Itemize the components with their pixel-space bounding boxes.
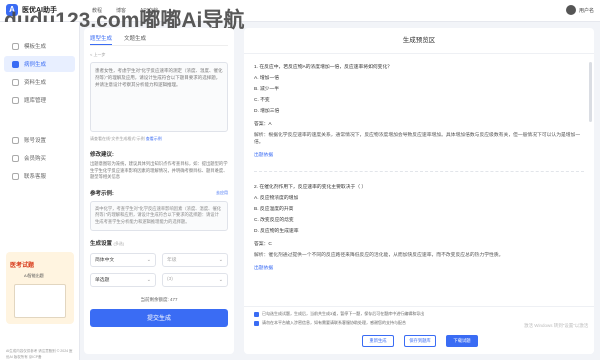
answer: 答案：A — [254, 122, 272, 127]
avatar — [565, 5, 576, 15]
user-name: 用户名 — [578, 7, 594, 14]
settings-row-2: 单选题 ⌄ (3) ⌄ — [90, 272, 228, 287]
form-tabs: 题型生成 文题生成 — [90, 34, 228, 46]
prompt-input[interactable]: 患者女性，考虑学生对“化学反应速率的测定（浓度、温度、催化剂等）”的理解及应用，… — [90, 62, 228, 132]
sidebar-item-question-bank[interactable]: 题库管理 — [4, 92, 75, 108]
option-c: C. 改变反应的焓变 — [254, 218, 294, 223]
apply-reference-link[interactable]: 去应用 — [216, 190, 228, 196]
chevron-down-icon: ⌄ — [146, 276, 151, 283]
sidebar-item-case[interactable]: 病例生成 — [4, 56, 75, 72]
windows-activation-watermark: 激活 Windows 转到“设置”以激活 — [524, 323, 589, 328]
explanation: 解析：催化剂通过提供一个不同的反应路径来降低反应的活化能，从而加快反应速率，而不… — [254, 253, 504, 258]
sidebar-item-label: 账号设置 — [24, 138, 47, 144]
crown-icon — [12, 154, 19, 162]
promo-title: 医考试题 — [10, 263, 35, 269]
save-to-bank-button[interactable]: 保存到题库 — [404, 335, 436, 347]
template-icon — [12, 42, 19, 50]
settings-hint: (多选) — [113, 240, 125, 246]
generation-form: 题型生成 文题生成 < 上一步 患者女性，考虑学生对“化学反应速率的测定（浓度、… — [84, 28, 234, 354]
back-link[interactable]: < 上一步 — [90, 52, 228, 58]
headset-icon — [12, 172, 19, 180]
hint-text: 请查看在线“文件生成格式”示例 — [90, 136, 145, 141]
chevron-down-icon: ⌄ — [218, 276, 223, 283]
option-d: D. 增加三倍 — [254, 109, 280, 114]
sidebar-item-membership[interactable]: 会员购买 — [4, 150, 75, 166]
promo-banner[interactable]: 医考试题 AI智能出题 — [6, 252, 74, 324]
count-placeholder: (3) — [167, 277, 173, 282]
option-b: B. 反应温度的升高 — [254, 207, 294, 212]
settings-row-1: 简体中文 ⌄ 年级 ⌄ — [90, 252, 228, 267]
user-menu[interactable]: 用户名 — [565, 5, 594, 15]
source-link[interactable]: 出题依据 — [254, 263, 584, 274]
tab-text-question[interactable]: 文题生成 — [124, 34, 146, 45]
grade-select[interactable]: 年级 ⌄ — [162, 252, 228, 267]
sidebar-item-account[interactable]: 账号设置 — [4, 132, 75, 148]
gear-icon — [12, 136, 19, 144]
explanation: 解析：根据化学反应速率的速度关系，通常情况下，反应物浓度增加会导致反应速率增加。… — [254, 133, 581, 145]
sidebar-item-label: 资料生成 — [24, 80, 47, 86]
tab-question-type[interactable]: 题型生成 — [90, 34, 113, 45]
preview-body: 1. 在反应中，若反应物A的浓度增加一倍，反应速率将如何变化？ A. 增加一倍 … — [254, 62, 584, 274]
divider — [254, 171, 584, 172]
sidebar-item-support[interactable]: 联系客服 — [4, 168, 75, 184]
checkbox-icon — [254, 311, 259, 317]
preview-footer: 已勾选生成试题，生成后，当前共生成3道，暂停下一题，保存后可在题库中进行编辑和导… — [244, 306, 594, 354]
promo-subtitle: AI智能出题 — [24, 273, 44, 278]
case-icon — [12, 60, 19, 68]
suggestion-text: 出题意图较为笼统，建议具体列出知识点作考查目标，如：提出题型的学生学生化学反应速… — [90, 161, 228, 179]
notice-1-text: 已勾选生成试题，生成后，当前共生成3道，暂停下一题，保存后可在题库中进行编辑和导… — [262, 311, 425, 316]
grade-placeholder: 年级 — [167, 258, 177, 263]
submit-button[interactable]: 提交生成 — [90, 308, 228, 327]
remaining-quota: 当前剩余额度: 477 — [140, 296, 178, 302]
folder-icon — [12, 96, 19, 104]
sidebar-footer: AI生成内容仅供参考 请注意甄别 © 2024 医优AI 版权所有 京ICP备 — [6, 349, 73, 359]
notice-2-text: 请勿在本平台输入涉密信息，如有需要请联系客服协助处理，感谢您的支持与配合 — [262, 320, 406, 325]
reference-header: 参考示例: 去应用 — [90, 189, 228, 197]
sidebar-item-label: 题库管理 — [24, 98, 47, 104]
sidebar-item-label: 联系客服 — [24, 174, 47, 180]
option-c: C. 不变 — [254, 98, 270, 103]
question-stem: 1. 在反应中，若反应物A的浓度增加一倍，反应速率将如何变化？ — [254, 65, 393, 70]
count-select[interactable]: (3) ⌄ — [162, 272, 228, 287]
promo-image — [14, 284, 66, 318]
download-button[interactable]: 下载试题 — [446, 335, 478, 347]
sidebar-item-label: 模板生成 — [24, 44, 47, 50]
language-select[interactable]: 简体中文 ⌄ — [90, 252, 156, 267]
question-item: 2. 在催化剂作用下，反应速率的变化主要取决于（ ） A. 反应物浓度的增加 B… — [254, 182, 584, 274]
sidebar-item-material[interactable]: 资料生成 — [4, 74, 75, 90]
checkbox-icon — [254, 320, 259, 326]
language-value: 简体中文 — [95, 258, 115, 263]
option-d: D. 反应物的生成速率 — [254, 229, 299, 234]
sidebar-item-label: 会员购买 — [24, 156, 47, 162]
notice-2[interactable]: 请勿在本平台输入涉密信息，如有需要请联系客服协助处理，感谢您的支持与配合 — [254, 320, 406, 326]
sidebar: 模板生成 病例生成 资料生成 题库管理 账号设置 会员购买 联系客服 医考试题 … — [0, 22, 80, 360]
notice-1[interactable]: 已勾选生成试题，生成后，当前共生成3道，暂停下一题，保存后可在题库中进行编辑和导… — [254, 311, 424, 317]
regenerate-button[interactable]: 重新生成 — [362, 335, 394, 347]
option-a: A. 增加一倍 — [254, 76, 280, 81]
reference-title: 参考示例: — [90, 190, 114, 197]
question-type-value: 单选题 — [95, 278, 110, 283]
reference-example: 高中化学，考查学生对“化学反应速率影响因素（浓度、温度、催化剂等）”的理解和应用… — [90, 200, 228, 231]
document-icon — [12, 78, 19, 86]
chevron-down-icon: ⌄ — [146, 256, 151, 263]
sidebar-item-label: 病例生成 — [24, 62, 47, 68]
question-item: 1. 在反应中，若反应物A的浓度增加一倍，反应速率将如何变化？ A. 增加一倍 … — [254, 62, 584, 161]
suggestion-title: 修改建议: — [90, 152, 114, 158]
question-stem: 2. 在催化剂作用下，反应速率的变化主要取决于（ ） — [254, 185, 367, 190]
settings-title: 生成设置 (多选) — [90, 239, 228, 247]
settings-label: 生成设置 — [90, 240, 113, 247]
option-a: A. 反应物浓度的增加 — [254, 196, 299, 201]
scrollbar[interactable] — [589, 62, 592, 122]
source-link[interactable]: 出题依据 — [254, 150, 584, 161]
question-type-select[interactable]: 单选题 ⌄ — [90, 272, 156, 287]
option-b: B. 减少一半 — [254, 87, 280, 92]
answer: 答案：C — [254, 242, 272, 247]
preview-panel: 生成预览区 1. 在反应中，若反应物A的浓度增加一倍，反应速率将如何变化？ A.… — [244, 28, 594, 354]
sidebar-item-template[interactable]: 模板生成 — [4, 38, 75, 54]
chevron-down-icon: ⌄ — [218, 256, 223, 263]
view-example-link[interactable]: 查看示例 — [146, 136, 162, 141]
format-hint: 请查看在线“文件生成格式”示例 查看示例 — [90, 136, 228, 142]
preview-title: 生成预览区 — [244, 28, 594, 54]
